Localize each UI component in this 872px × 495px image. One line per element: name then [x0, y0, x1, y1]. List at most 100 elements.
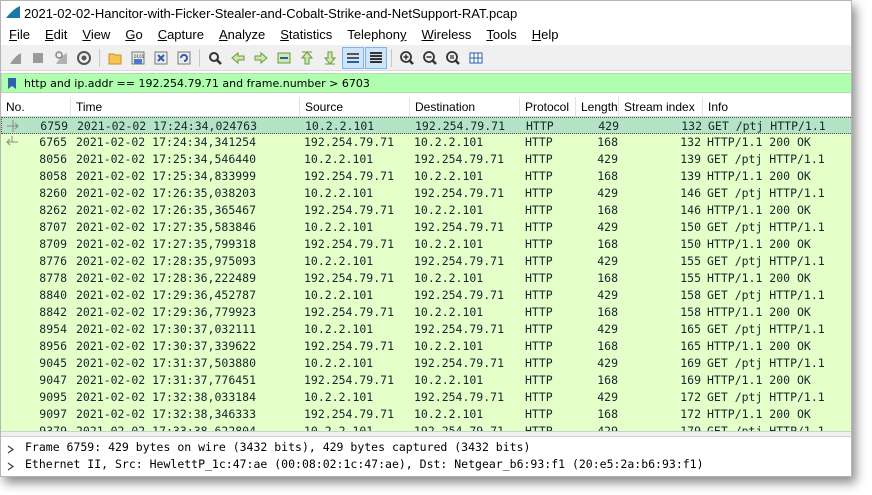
colorize-icon[interactable] [365, 46, 387, 69]
cell-len: 429 [597, 254, 618, 268]
packet-row[interactable]: 9047 2021-02-02 17:31:37,776451 192.254.79… [1, 372, 851, 389]
packet-row[interactable]: 8260 2021-02-02 17:26:35,038203 10.2.2.101… [1, 185, 851, 202]
menu-edit[interactable]: Edit [37, 25, 74, 45]
restart-capture-icon[interactable] [50, 47, 72, 69]
packet-row[interactable]: 9045 2021-02-02 17:31:37,503880 10.2.2.101… [1, 355, 851, 372]
go-back-icon[interactable] [227, 47, 249, 69]
toolbar-separator [391, 48, 392, 67]
cell-no: 8056 [39, 152, 67, 166]
close-file-icon[interactable] [150, 47, 172, 69]
go-to-packet-icon[interactable] [273, 47, 295, 69]
cell-no: 9095 [39, 390, 67, 404]
cell-src: 192.254.79.71 [304, 407, 395, 421]
packet-row[interactable]: 8842 2021-02-02 17:29:36,779923 192.254.79… [1, 304, 851, 321]
packet-row[interactable]: 9097 2021-02-02 17:32:38,346333 192.254.79… [1, 406, 851, 423]
column-header-stream-index[interactable]: Stream index [619, 97, 703, 117]
packet-row[interactable]: 8776 2021-02-02 17:28:35,975093 10.2.2.101… [1, 253, 851, 270]
packet-row[interactable]: 8262 2021-02-02 17:26:35,365467 192.254.79… [1, 202, 851, 219]
packet-row[interactable]: 8778 2021-02-02 17:28:36,222489 192.254.79… [1, 270, 851, 287]
cell-no: 8776 [39, 254, 67, 268]
column-header-info[interactable]: Info [703, 97, 851, 117]
title-bar: 2021-02-02-Hancitor-with-Ficker-Stealer-… [1, 1, 851, 25]
zoom-out-icon[interactable] [419, 47, 441, 69]
menu-file[interactable]: File [1, 25, 37, 45]
cell-time: 2021-02-02 17:24:34,341254 [76, 135, 257, 149]
filter-bookmark-icon[interactable] [2, 74, 22, 92]
start-capture-icon[interactable] [4, 47, 26, 69]
cell-len: 429 [597, 186, 618, 200]
column-header-source[interactable]: Source [300, 97, 410, 117]
column-header-no[interactable]: No. [1, 97, 71, 117]
cell-len: 429 [597, 322, 618, 336]
cell-time: 2021-02-02 17:31:37,503880 [76, 356, 257, 370]
cell-dst: 192.254.79.71 [414, 322, 505, 336]
menu-statistics[interactable]: Statistics [272, 25, 339, 45]
cell-stream: 179 [680, 424, 701, 431]
cell-time: 2021-02-02 17:29:36,452787 [76, 288, 257, 302]
packet-row[interactable]: 8056 2021-02-02 17:25:34,546440 10.2.2.101… [1, 151, 851, 168]
cell-proto: HTTP [525, 271, 553, 285]
column-header-time[interactable]: Time [71, 97, 300, 117]
cell-info: GET /ptj HTTP/1.1 [707, 322, 825, 336]
go-last-packet-icon[interactable] [319, 47, 341, 69]
cell-dst: 10.2.2.101 [414, 203, 484, 217]
packet-row[interactable]: 6765 2021-02-02 17:24:34,341254 192.254.79… [1, 134, 851, 151]
menu-analyze[interactable]: Analyze [211, 25, 272, 45]
menu-wireless[interactable]: Wireless [414, 25, 479, 45]
packet-row[interactable]: 9379 2021-02-02 17:33:38,622804 10.2.2.101… [1, 423, 851, 431]
zoom-in-icon[interactable] [396, 47, 418, 69]
detail-text: Ethernet II, Src: HewlettP_1c:47:ae (00:… [25, 457, 704, 471]
cell-src: 10.2.2.101 [304, 288, 374, 302]
menu-tools[interactable]: Tools [478, 25, 523, 45]
menu-go[interactable]: Go [117, 25, 149, 45]
display-filter-input[interactable] [22, 74, 842, 92]
capture-options-icon[interactable] [73, 47, 95, 69]
detail-ethernet[interactable]: Ethernet II, Src: HewlettP_1c:47:ae (00:… [1, 456, 851, 474]
cell-stream: 165 [680, 339, 701, 353]
packet-list-header: No. Time Source Destination Protocol Len… [1, 97, 851, 117]
cell-time: 2021-02-02 17:33:38,622804 [76, 424, 257, 431]
column-header-protocol[interactable]: Protocol [520, 97, 576, 117]
find-packet-icon[interactable] [204, 47, 226, 69]
menu-telephony[interactable]: Telephony [339, 25, 413, 45]
cell-proto: HTTP [525, 237, 553, 251]
go-forward-icon[interactable] [250, 47, 272, 69]
menu-help[interactable]: Help [524, 25, 566, 45]
cell-len: 429 [597, 424, 618, 431]
menu-view[interactable]: View [74, 25, 117, 45]
save-file-icon[interactable]: 0101 [127, 47, 149, 69]
resize-columns-icon[interactable] [465, 47, 487, 69]
zoom-normal-icon[interactable] [442, 47, 464, 69]
auto-scroll-icon[interactable] [342, 46, 364, 69]
cell-dst: 192.254.79.71 [414, 424, 505, 431]
column-header-destination[interactable]: Destination [410, 97, 520, 117]
column-header-length[interactable]: Length [576, 97, 619, 117]
detail-frame[interactable]: Frame 6759: 429 bytes on wire (3432 bits… [1, 439, 851, 457]
cell-info: GET /ptj HTTP/1.1 [707, 288, 825, 302]
packet-row[interactable]: 8709 2021-02-02 17:27:35,799318 192.254.79… [1, 236, 851, 253]
cell-time: 2021-02-02 17:24:34,024763 [77, 119, 258, 133]
cell-src: 192.254.79.71 [304, 203, 395, 217]
cell-no: 8842 [39, 305, 67, 319]
packet-row[interactable]: 9095 2021-02-02 17:32:38,033184 10.2.2.101… [1, 389, 851, 406]
packet-row[interactable]: 8840 2021-02-02 17:29:36,452787 10.2.2.101… [1, 287, 851, 304]
go-first-packet-icon[interactable] [296, 47, 318, 69]
packet-row[interactable]: 8707 2021-02-02 17:27:35,583846 10.2.2.101… [1, 219, 851, 236]
response-arrow-icon [4, 136, 20, 148]
expand-arrow-icon[interactable] [7, 443, 15, 457]
reload-file-icon[interactable] [173, 47, 195, 69]
cell-src: 10.2.2.101 [304, 220, 374, 234]
packet-row[interactable]: 8954 2021-02-02 17:30:37,032111 10.2.2.101… [1, 321, 851, 338]
packet-row[interactable]: 6759 2021-02-02 17:24:34,024763 10.2.2.101… [1, 117, 851, 134]
cell-stream: 139 [680, 152, 701, 166]
packet-row[interactable]: 8956 2021-02-02 17:30:37,339622 192.254.79… [1, 338, 851, 355]
cell-proto: HTTP [525, 305, 553, 319]
menu-capture[interactable]: Capture [150, 25, 211, 45]
cell-info: HTTP/1.1 200 OK [707, 271, 811, 285]
cell-no: 8709 [39, 237, 67, 251]
packet-row[interactable]: 8058 2021-02-02 17:25:34,833999 192.254.79… [1, 168, 851, 185]
open-file-icon[interactable] [104, 47, 126, 69]
cell-src: 10.2.2.101 [304, 356, 374, 370]
expand-arrow-icon[interactable] [7, 460, 15, 474]
stop-capture-icon[interactable] [27, 47, 49, 69]
